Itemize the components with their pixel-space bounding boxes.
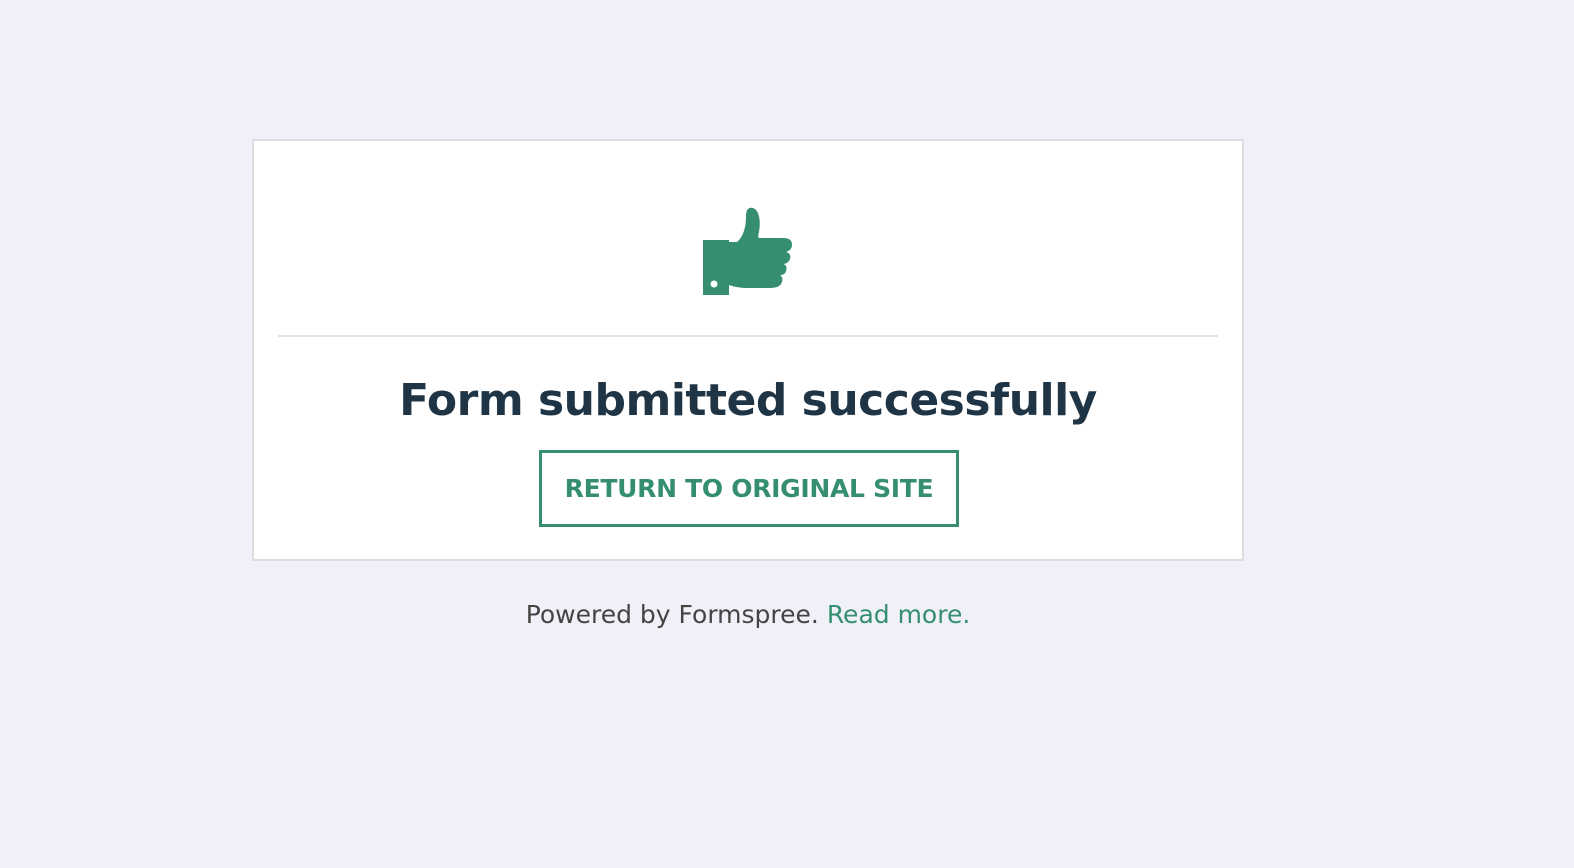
- thumbs-up-icon: [703, 207, 792, 295]
- return-to-site-button[interactable]: RETURN TO ORIGINAL SITE: [539, 450, 959, 527]
- page-title: Form submitted successfully: [399, 375, 1097, 426]
- read-more-link[interactable]: Read more.: [827, 600, 970, 629]
- footer: Powered by Formspree. Read more.: [0, 597, 1496, 633]
- powered-by-text: Powered by Formspree.: [525, 600, 819, 629]
- divider: [278, 335, 1218, 337]
- icon-container: [254, 206, 1242, 296]
- success-card: Form submitted successfully RETURN TO OR…: [252, 139, 1244, 561]
